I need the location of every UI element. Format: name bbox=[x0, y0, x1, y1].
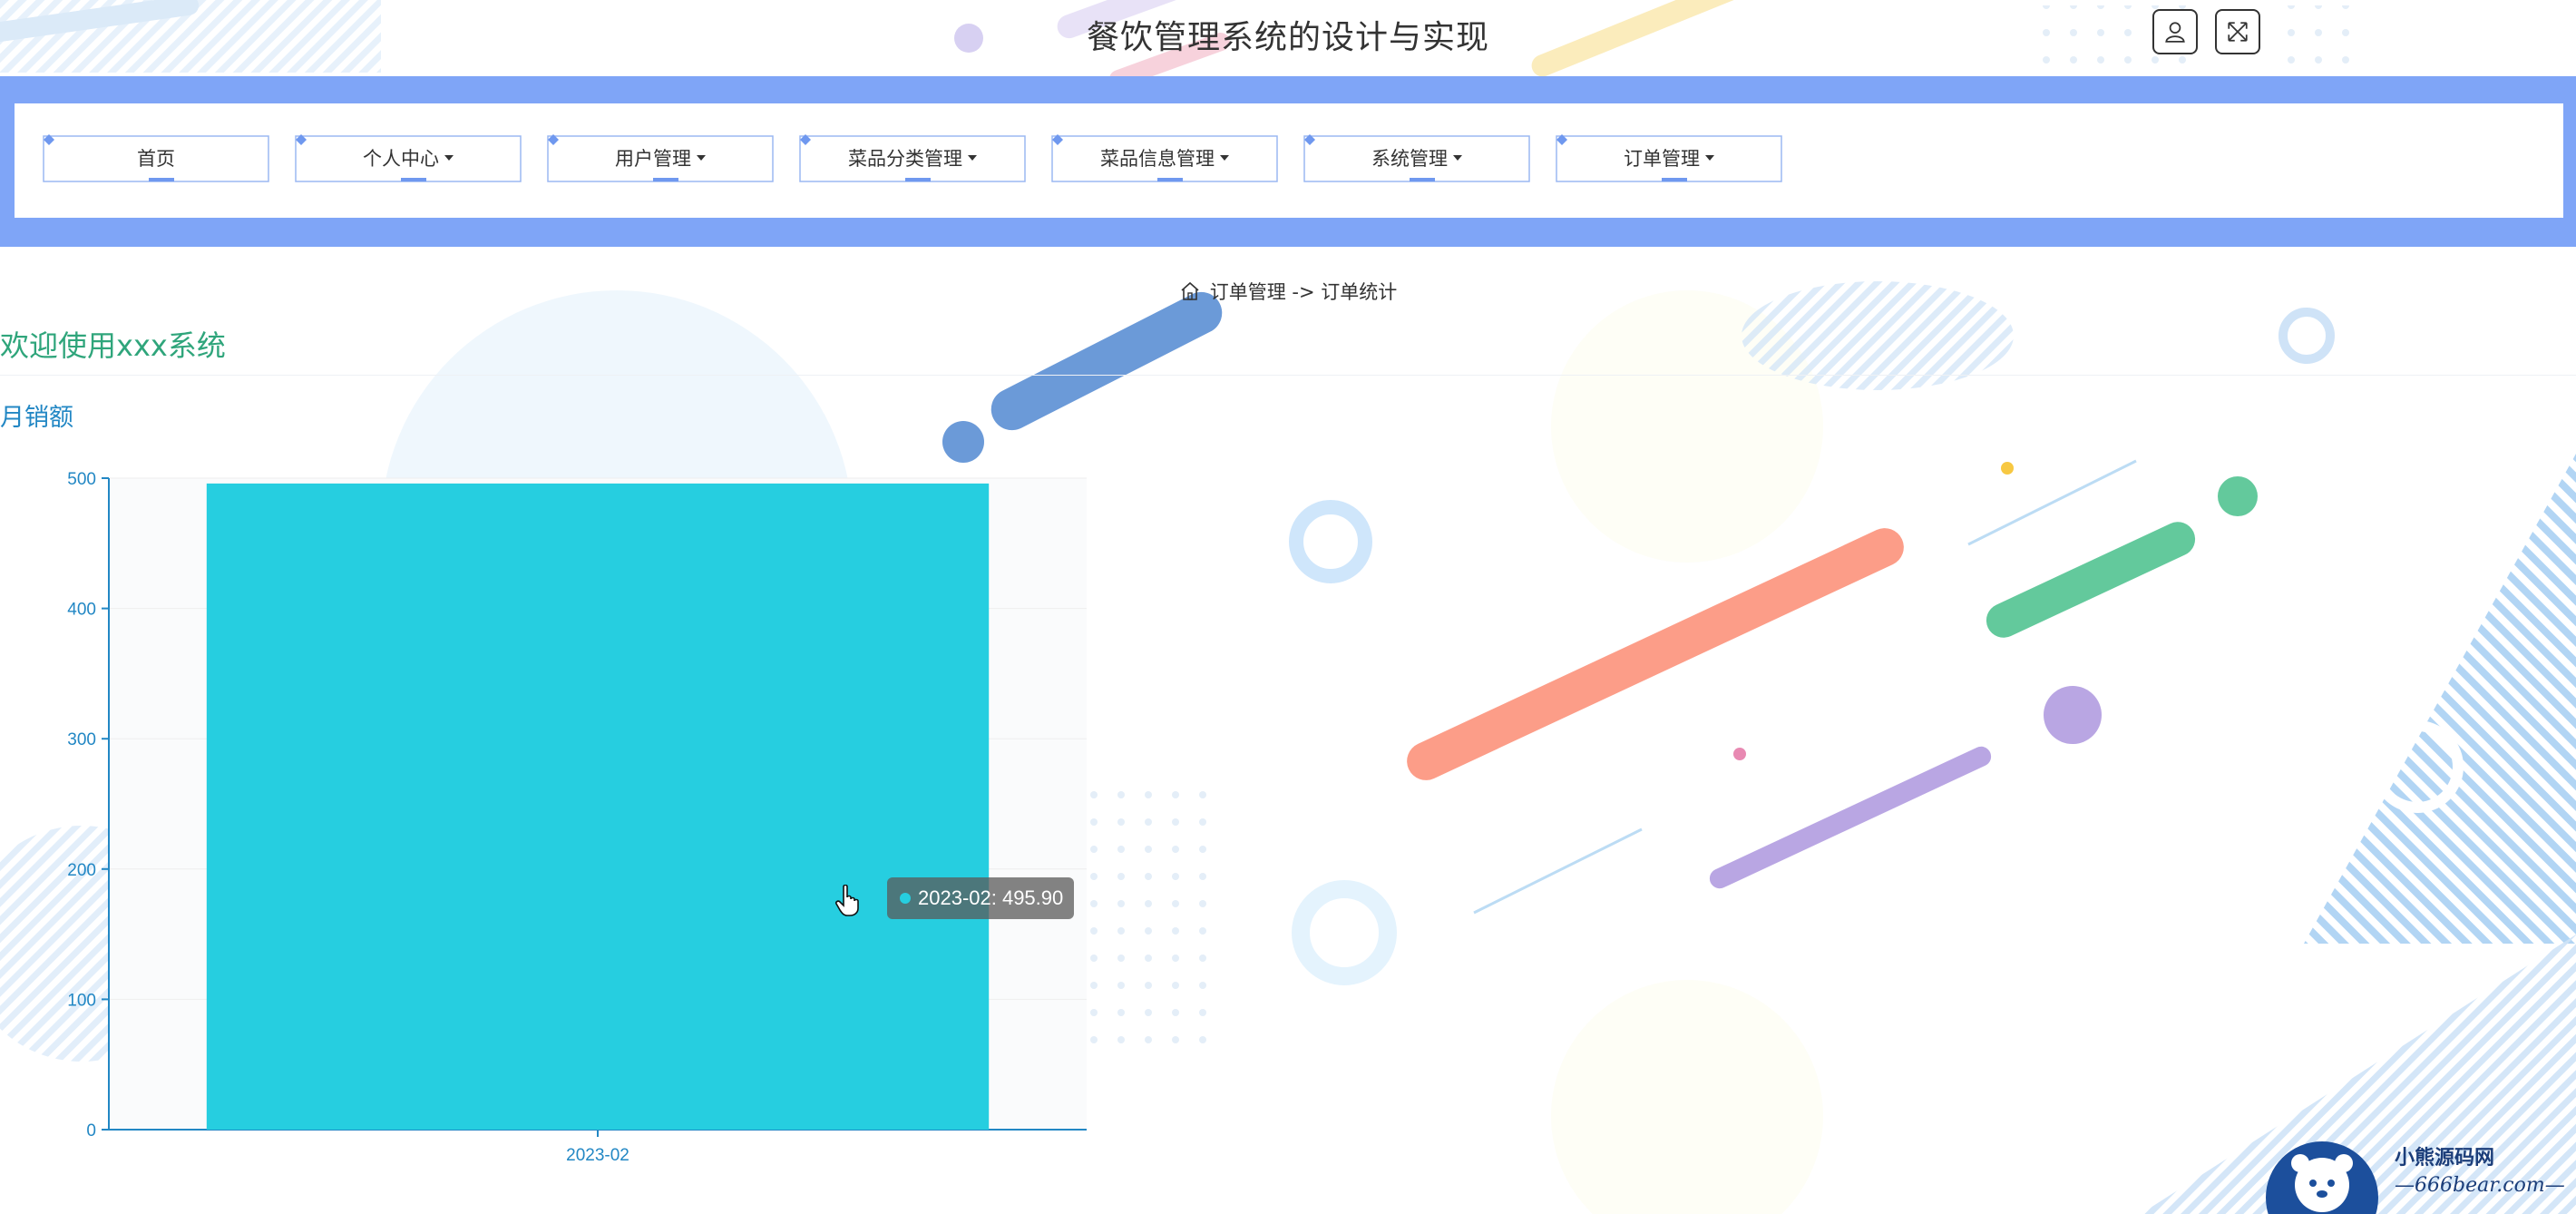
watermark-url: —666bear.com— bbox=[2395, 1174, 2565, 1197]
sales-bar-chart: 0 100 200 300 400 500 2023-02 bbox=[67, 470, 1087, 1165]
chevron-down-icon bbox=[968, 155, 977, 161]
nav-label: 系统管理 bbox=[1371, 148, 1448, 170]
nav-label: 个人中心 bbox=[363, 148, 439, 170]
user-icon bbox=[2165, 22, 2185, 43]
tooltip-marker bbox=[900, 893, 911, 904]
y-tick-label: 0 bbox=[86, 1121, 96, 1141]
nav-item-home[interactable]: 首页 bbox=[40, 131, 272, 185]
nav-menu: 首页 个人中心 用户管理 菜品分类管理 菜品信息管理 系统管理 订单管理 bbox=[15, 103, 2563, 218]
nav-item-profile[interactable]: 个人中心 bbox=[292, 131, 524, 185]
bar bbox=[206, 483, 990, 1130]
chevron-down-icon bbox=[444, 155, 454, 161]
y-tick-label: 500 bbox=[67, 470, 96, 489]
app-header: 餐饮管理系统的设计与实现 bbox=[0, 0, 2576, 74]
y-tick-label: 300 bbox=[67, 730, 96, 749]
nav-item-dish-info[interactable]: 菜品信息管理 bbox=[1049, 131, 1281, 185]
y-tick-label: 400 bbox=[67, 601, 96, 620]
breadcrumb: 订单管理 -> 订单统计 bbox=[0, 278, 2576, 305]
chart-title: 月销额 bbox=[0, 404, 73, 432]
fullscreen-icon bbox=[2228, 22, 2248, 42]
chevron-down-icon bbox=[1705, 155, 1714, 161]
tooltip-text: 2023-02: 495.90 bbox=[918, 886, 1064, 909]
nav-item-users[interactable]: 用户管理 bbox=[544, 131, 776, 185]
watermark-logo: 小熊源码网 —666bear.com— bbox=[2259, 1132, 2576, 1214]
nav-label: 首页 bbox=[137, 148, 175, 170]
chevron-down-icon bbox=[1453, 155, 1462, 161]
chevron-down-icon bbox=[1220, 155, 1229, 161]
divider bbox=[0, 375, 2576, 376]
nav-label: 菜品分类管理 bbox=[848, 148, 962, 170]
breadcrumb-current: 订单统计 bbox=[1321, 281, 1398, 303]
x-tick-label: 2023-02 bbox=[566, 1146, 629, 1165]
y-tick-label: 100 bbox=[67, 991, 96, 1010]
nav-item-system[interactable]: 系统管理 bbox=[1301, 131, 1533, 185]
hand-cursor-icon bbox=[835, 885, 859, 916]
nav-item-dish-category[interactable]: 菜品分类管理 bbox=[796, 131, 1029, 185]
nav-bar: 首页 个人中心 用户管理 菜品分类管理 菜品信息管理 系统管理 订单管理 bbox=[0, 76, 2576, 247]
bear-logo-icon bbox=[2266, 1141, 2378, 1214]
fullscreen-button[interactable] bbox=[2215, 9, 2260, 54]
chevron-down-icon bbox=[697, 155, 706, 161]
y-tick-label: 200 bbox=[67, 861, 96, 880]
home-icon[interactable] bbox=[1179, 280, 1201, 302]
nav-item-orders[interactable]: 订单管理 bbox=[1553, 131, 1785, 185]
nav-label: 菜品信息管理 bbox=[1100, 148, 1215, 170]
chart-tooltip: 2023-02: 495.90 bbox=[887, 877, 1075, 919]
user-button[interactable] bbox=[2152, 9, 2198, 54]
nav-label: 用户管理 bbox=[615, 148, 691, 170]
watermark-title: 小熊源码网 bbox=[2395, 1146, 2495, 1170]
breadcrumb-separator: -> bbox=[1292, 281, 1315, 303]
welcome-text: 欢迎使用xxx系统 bbox=[0, 328, 226, 363]
breadcrumb-parent[interactable]: 订单管理 bbox=[1210, 281, 1286, 303]
nav-label: 订单管理 bbox=[1624, 148, 1700, 170]
